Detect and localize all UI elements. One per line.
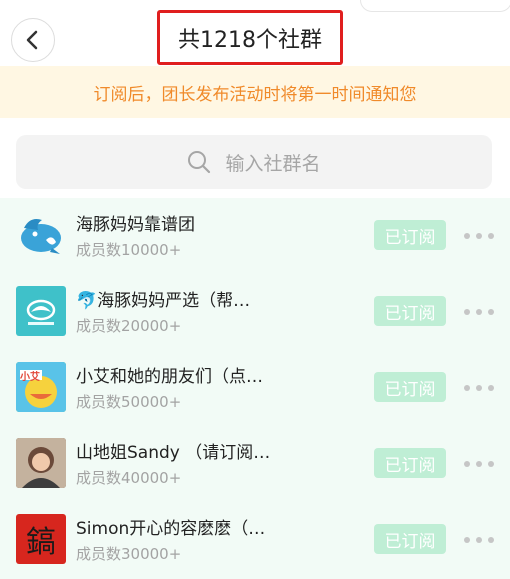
more-icon[interactable]	[464, 385, 494, 391]
portrait-avatar	[16, 438, 66, 488]
top-right-capsule[interactable]	[360, 0, 510, 12]
subscribe-notice-bar: 订阅后，团长发布活动时将第一时间通知您	[0, 66, 510, 118]
search-area: 输入社群名	[0, 118, 510, 198]
dolphin-logo-avatar	[16, 286, 66, 336]
dolphin-avatar	[16, 210, 66, 260]
group-members: 成员数40000+	[76, 469, 182, 487]
avatar-character: 鎬	[26, 525, 56, 560]
subscribed-button[interactable]: 已订阅	[374, 448, 446, 478]
more-icon[interactable]	[464, 309, 494, 315]
more-icon[interactable]	[464, 461, 494, 467]
group-name: 海豚妈妈靠谱团	[76, 215, 195, 235]
group-row[interactable]: 海豚妈妈靠谱团 成员数10000+ 已订阅	[0, 198, 510, 274]
search-placeholder: 输入社群名	[225, 152, 321, 175]
search-input[interactable]: 输入社群名	[16, 135, 492, 189]
page-title-box: 共1218个社群	[157, 10, 343, 65]
group-members: 成员数20000+	[76, 317, 182, 335]
group-row[interactable]: 鎬 Simon开心的容麽麽（… 成员数30000+ 已订阅	[0, 502, 510, 578]
group-members: 成员数30000+	[76, 545, 182, 563]
subscribed-button[interactable]: 已订阅	[374, 296, 446, 326]
group-list: 海豚妈妈靠谱团 成员数10000+ 已订阅 🐬海豚妈妈严选（帮… 成员数2000…	[0, 198, 510, 579]
more-icon[interactable]	[464, 537, 494, 543]
group-members: 成员数50000+	[76, 393, 182, 411]
group-members: 成员数10000+	[76, 241, 182, 259]
group-name: 小艾和她的朋友们（点…	[76, 367, 263, 387]
search-icon	[188, 151, 211, 174]
subscribe-notice-text: 订阅后，团长发布活动时将第一时间通知您	[93, 84, 417, 105]
avatar-label: 小艾	[20, 372, 40, 383]
group-row[interactable]: 山地姐Sandy （请订阅… 成员数40000+ 已订阅	[0, 426, 510, 502]
group-name: Simon开心的容麽麽（…	[76, 519, 266, 539]
more-icon[interactable]	[464, 233, 494, 239]
calligraphy-avatar: 鎬	[16, 514, 66, 564]
group-row[interactable]: 小艾 小艾和她的朋友们（点… 成员数50000+ 已订阅	[0, 350, 510, 426]
xiaoai-avatar: 小艾	[16, 362, 66, 412]
subscribed-button[interactable]: 已订阅	[374, 524, 446, 554]
subscribed-button[interactable]: 已订阅	[374, 220, 446, 250]
page-title: 共1218个社群	[178, 27, 322, 53]
header-bar: 共1218个社群	[0, 0, 510, 66]
back-button[interactable]	[11, 18, 55, 62]
group-name: 🐬海豚妈妈严选（帮…	[76, 291, 251, 311]
subscribed-button[interactable]: 已订阅	[374, 372, 446, 402]
group-row[interactable]: 🐬海豚妈妈严选（帮… 成员数20000+ 已订阅	[0, 274, 510, 350]
group-name: 山地姐Sandy （请订阅…	[76, 443, 271, 463]
chevron-left-icon	[26, 30, 38, 50]
